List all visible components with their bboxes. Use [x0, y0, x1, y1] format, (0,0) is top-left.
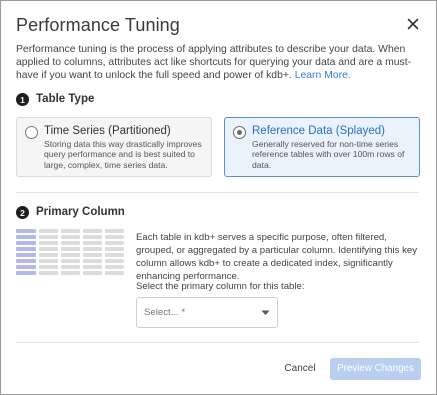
primary-column-heading: Primary Column: [36, 206, 125, 218]
cancel-button[interactable]: Cancel: [275, 358, 325, 380]
primary-column-description: Each table in kdb+ serves a specific pur…: [136, 232, 418, 282]
preview-changes-button[interactable]: Preview Changes: [330, 358, 421, 380]
learn-more-link[interactable]: Learn More.: [295, 70, 351, 81]
reference-data-radio[interactable]: [233, 126, 246, 139]
reference-data-title: Reference Data (Splayed): [252, 125, 385, 137]
table-type-heading: Table Type: [36, 93, 95, 105]
footer-divider: [16, 342, 419, 343]
table-column-icon: [16, 229, 124, 275]
reference-data-description: Generally reserved for non-time series r…: [252, 139, 405, 170]
reference-data-option[interactable]: Reference Data (Splayed) Generally reser…: [224, 117, 420, 177]
time-series-radio[interactable]: [25, 126, 38, 139]
intro-text: Performance tuning is the process of app…: [16, 43, 426, 83]
primary-column-select-placeholder: Select... *: [144, 307, 186, 318]
intro-body: Performance tuning is the process of app…: [16, 44, 412, 82]
primary-column-select-label: Select the primary column for this table…: [136, 281, 305, 292]
performance-tuning-dialog: Performance Tuning Performance tuning is…: [0, 0, 437, 395]
dialog-title: Performance Tuning: [16, 15, 180, 35]
time-series-option[interactable]: Time Series (Partitioned) Storing data t…: [16, 117, 212, 177]
close-icon[interactable]: [403, 14, 423, 34]
step-one-badge: 1: [16, 93, 29, 106]
chevron-down-icon: [261, 310, 270, 315]
time-series-title: Time Series (Partitioned): [44, 125, 171, 137]
step-two-badge: 2: [16, 206, 29, 219]
section-divider: [16, 192, 419, 193]
time-series-description: Storing data this way drastically improv…: [44, 139, 202, 170]
primary-column-select[interactable]: Select... *: [136, 297, 278, 328]
